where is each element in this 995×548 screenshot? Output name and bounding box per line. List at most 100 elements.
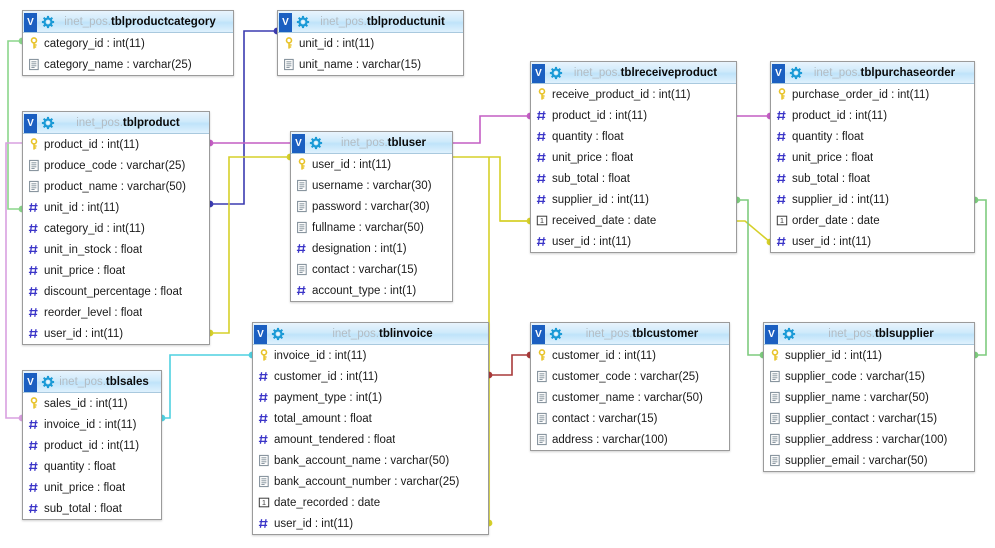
field-row[interactable]: supplier_code : varchar(15) [764,366,974,387]
field-row[interactable]: category_id : int(11) [23,33,233,54]
field-row[interactable]: 1 received_date : date [531,210,736,231]
supplier-receive-relation[interactable] [737,199,763,356]
field-row[interactable]: product_id : int(11) [771,105,974,126]
table-tblpurchaseorder[interactable]: Vinet_pos.tblpurchaseorder purchase_order… [770,61,975,253]
table-tblsupplier[interactable]: Vinet_pos.tblsupplier supplier_id : int(1… [763,322,975,472]
field-row[interactable]: quantity : float [531,126,736,147]
field-row[interactable]: unit_price : float [531,147,736,168]
table-header-tblcustomer[interactable]: Vinet_pos.tblcustomer [531,323,729,345]
field-row[interactable]: sales_id : int(11) [23,393,161,414]
field-row[interactable]: 1 date_recorded : date [253,492,488,513]
field-row[interactable]: quantity : float [23,456,161,477]
field-row[interactable]: invoice_id : int(11) [253,345,488,366]
pk-key-icon [260,349,268,361]
field-row[interactable]: reorder_level : float [23,302,209,323]
field-row[interactable]: supplier_id : int(11) [531,189,736,210]
field-row[interactable]: user_id : int(11) [291,154,452,175]
number-field-icon [28,441,38,450]
field-row[interactable]: customer_id : int(11) [253,366,488,387]
field-row[interactable]: contact : varchar(15) [531,408,729,429]
user-receiveproduct-relation[interactable] [453,156,530,222]
field-row[interactable]: contact : varchar(15) [291,259,452,280]
field-row[interactable]: address : varchar(100) [531,429,729,450]
field-row[interactable]: supplier_id : int(11) [771,189,974,210]
field-row[interactable]: supplier_id : int(11) [764,345,974,366]
table-tblsales[interactable]: Vinet_pos.tblsales sales_id : int(11) invo… [22,370,162,520]
field-row[interactable]: customer_id : int(11) [531,345,729,366]
field-row[interactable]: user_id : int(11) [23,323,209,344]
field-row[interactable]: user_id : int(11) [771,231,974,252]
category-relation[interactable] [7,40,22,210]
field-row[interactable]: category_id : int(11) [23,218,209,239]
field-label: bank_account_number : varchar(25) [274,475,460,488]
table-header-tblsales[interactable]: Vinet_pos.tblsales [23,371,161,393]
field-row[interactable]: product_id : int(11) [23,435,161,456]
user-product-relation[interactable] [210,156,290,334]
field-row[interactable]: customer_code : varchar(25) [531,366,729,387]
supplier-purchase-relation[interactable] [975,199,987,356]
table-header-tblproductcategory[interactable]: Vinet_pos.tblproductcategory [23,11,233,33]
field-row[interactable]: supplier_email : varchar(50) [764,450,974,471]
field-row[interactable]: sub_total : float [531,168,736,189]
table-tblproduct[interactable]: Vinet_pos.tblproduct product_id : int(11)… [22,111,210,345]
table-header-tblpurchaseorder[interactable]: Vinet_pos.tblpurchaseorder [771,62,974,84]
field-row[interactable]: unit_in_stock : float [23,239,209,260]
field-row[interactable]: unit_price : float [23,260,209,281]
field-row[interactable]: supplier_contact : varchar(15) [764,408,974,429]
field-row[interactable]: purchase_order_id : int(11) [771,84,974,105]
field-row[interactable]: supplier_address : varchar(100) [764,429,974,450]
table-tblproductunit[interactable]: Vinet_pos.tblproductunit unit_id : int(11… [277,10,464,76]
field-row[interactable]: unit_price : float [23,477,161,498]
table-tblcustomer[interactable]: Vinet_pos.tblcustomer customer_id : int(1… [530,322,730,451]
field-row[interactable]: invoice_id : int(11) [23,414,161,435]
field-row[interactable]: discount_percentage : float [23,281,209,302]
number-field-icon [28,203,38,212]
field-row[interactable]: username : varchar(30) [291,175,452,196]
number-field-icon [296,286,306,295]
table-tblinvoice[interactable]: Vinet_pos.tblinvoice invoice_id : int(11)… [252,322,489,535]
table-header-tblproduct[interactable]: Vinet_pos.tblproduct [23,112,209,134]
number-field-icon [536,132,546,141]
table-header-tblproductunit[interactable]: Vinet_pos.tblproductunit [278,11,463,33]
field-row[interactable]: payment_type : int(1) [253,387,488,408]
field-row[interactable]: bank_account_name : varchar(50) [253,450,488,471]
field-row[interactable]: quantity : float [771,126,974,147]
field-row[interactable]: designation : int(1) [291,238,452,259]
field-row[interactable]: sub_total : float [23,498,161,519]
field-row[interactable]: amount_tendered : float [253,429,488,450]
field-row[interactable]: unit_price : float [771,147,974,168]
field-row[interactable]: user_id : int(11) [253,513,488,534]
field-row[interactable]: unit_id : int(11) [23,197,209,218]
table-title-tblproduct: inet_pos.tblproduct [55,117,203,129]
field-row[interactable]: bank_account_number : varchar(25) [253,471,488,492]
field-row[interactable]: 1 order_date : date [771,210,974,231]
field-row[interactable]: product_id : int(11) [531,105,736,126]
field-row[interactable]: user_id : int(11) [531,231,736,252]
er-diagram-canvas[interactable]: Vinet_pos.tblproductcategory category_id … [0,0,995,548]
field-row[interactable]: produce_code : varchar(25) [23,155,209,176]
table-name: tblpurchaseorder [860,66,956,79]
table-header-tblinvoice[interactable]: Vinet_pos.tblinvoice [253,323,488,345]
field-row[interactable]: password : varchar(30) [291,196,452,217]
product-sales-relation[interactable] [5,142,22,419]
field-row[interactable]: total_amount : float [253,408,488,429]
table-tbluser[interactable]: Vinet_pos.tbluser user_id : int(11) userna… [290,131,453,302]
field-row[interactable]: customer_name : varchar(50) [531,387,729,408]
table-tblproductcategory[interactable]: Vinet_pos.tblproductcategory category_id … [22,10,234,76]
table-header-tblsupplier[interactable]: Vinet_pos.tblsupplier [764,323,974,345]
field-row[interactable]: category_name : varchar(25) [23,54,233,75]
field-row[interactable]: supplier_name : varchar(50) [764,387,974,408]
invoice-sales-relation[interactable] [162,354,252,419]
field-row[interactable]: sub_total : float [771,168,974,189]
field-row[interactable]: fullname : varchar(50) [291,217,452,238]
field-row[interactable]: product_id : int(11) [23,134,209,155]
field-row[interactable]: unit_name : varchar(15) [278,54,463,75]
field-row[interactable]: unit_id : int(11) [278,33,463,54]
customer-invoice-relation[interactable] [489,354,530,376]
table-header-tbluser[interactable]: Vinet_pos.tbluser [291,132,452,154]
field-row[interactable]: receive_product_id : int(11) [531,84,736,105]
table-tblreceiveproduct[interactable]: Vinet_pos.tblreceiveproduct receive_produ… [530,61,737,253]
field-row[interactable]: account_type : int(1) [291,280,452,301]
field-row[interactable]: product_name : varchar(50) [23,176,209,197]
table-header-tblreceiveproduct[interactable]: Vinet_pos.tblreceiveproduct [531,62,736,84]
